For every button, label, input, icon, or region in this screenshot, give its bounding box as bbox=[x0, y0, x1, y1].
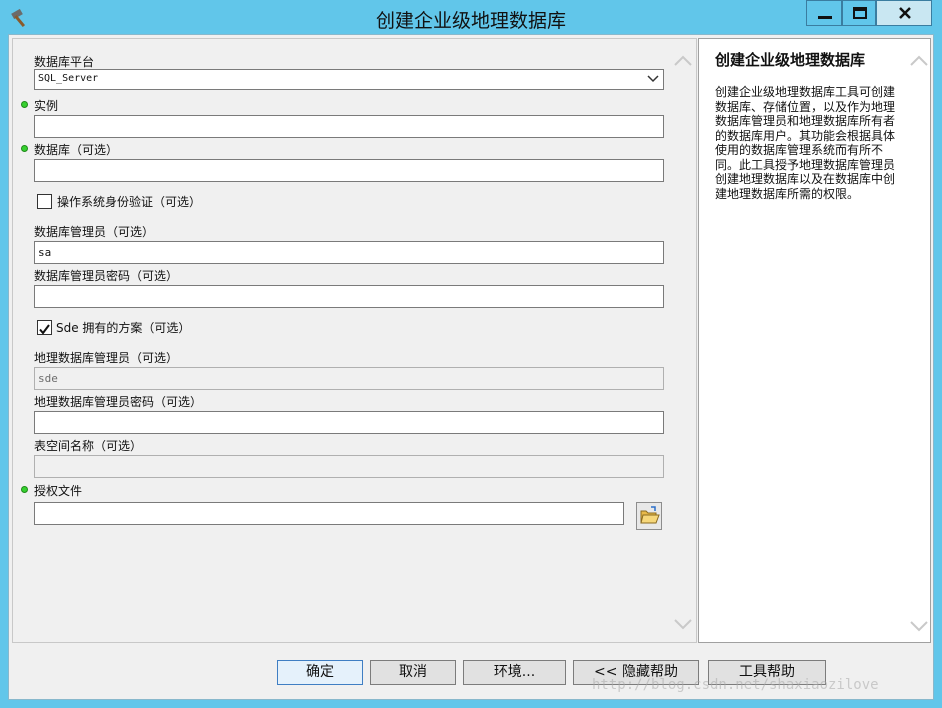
help-title: 创建企业级地理数据库 bbox=[715, 51, 866, 69]
parameters-pane: 数据库平台 SQL_Server 实例 数据库（可选） 操作系统身份验证（可选）… bbox=[12, 38, 697, 643]
tablespace-input bbox=[34, 455, 664, 478]
ok-button[interactable]: 确定 bbox=[277, 660, 363, 685]
help-scroll-up-icon[interactable] bbox=[909, 54, 929, 68]
folder-open-icon bbox=[640, 506, 660, 524]
license-input[interactable] bbox=[34, 502, 624, 525]
sde-schema-label: Sde 拥有的方案（可选） bbox=[56, 321, 191, 335]
gdb-admin-label: 地理数据库管理员（可选） bbox=[34, 351, 179, 365]
scroll-down-icon[interactable] bbox=[673, 617, 693, 631]
dialog-window: 创建企业级地理数据库 数据库平台 SQL_Server 实例 数据库（可选） 操… bbox=[0, 0, 942, 708]
help-scroll-down-icon[interactable] bbox=[909, 619, 929, 633]
required-indicator bbox=[21, 101, 28, 108]
license-label: 授权文件 bbox=[34, 484, 83, 498]
required-indicator bbox=[21, 145, 28, 152]
environments-button[interactable]: 环境... bbox=[463, 660, 566, 685]
platform-select[interactable]: SQL_Server bbox=[34, 69, 664, 90]
window-title: 创建企业级地理数据库 bbox=[375, 10, 566, 32]
instance-input[interactable] bbox=[34, 115, 664, 138]
close-button[interactable] bbox=[876, 0, 932, 26]
database-input[interactable] bbox=[34, 159, 664, 182]
os-auth-checkbox[interactable] bbox=[37, 194, 52, 209]
help-pane: 创建企业级地理数据库 创建企业级地理数据库工具可创建数据库、存储位置，以及作为地… bbox=[698, 38, 931, 643]
maximize-button[interactable] bbox=[842, 0, 876, 26]
dialog-body: 数据库平台 SQL_Server 实例 数据库（可选） 操作系统身份验证（可选）… bbox=[8, 34, 934, 700]
db-admin-password-input[interactable] bbox=[34, 285, 664, 308]
db-admin-password-label: 数据库管理员密码（可选） bbox=[34, 269, 179, 283]
minimize-button[interactable] bbox=[806, 0, 842, 26]
database-label: 数据库（可选） bbox=[34, 143, 119, 157]
os-auth-label: 操作系统身份验证（可选） bbox=[57, 195, 202, 209]
minimize-icon bbox=[818, 16, 832, 19]
help-text: 创建企业级地理数据库工具可创建数据库、存储位置，以及作为地理数据库管理员和地理数… bbox=[715, 85, 896, 201]
gdb-admin-password-input[interactable] bbox=[34, 411, 664, 434]
cancel-button[interactable]: 取消 bbox=[370, 660, 456, 685]
gdb-admin-password-label: 地理数据库管理员密码（可选） bbox=[34, 395, 203, 409]
title-bar[interactable]: 创建企业级地理数据库 bbox=[0, 0, 942, 34]
platform-label: 数据库平台 bbox=[34, 55, 95, 69]
chevron-down-icon bbox=[647, 75, 659, 83]
gdb-admin-input: sde bbox=[34, 367, 664, 390]
scroll-up-icon[interactable] bbox=[673, 54, 693, 68]
platform-value: SQL_Server bbox=[38, 73, 99, 84]
sde-schema-checkbox[interactable] bbox=[37, 320, 52, 335]
browse-button[interactable] bbox=[636, 502, 662, 530]
watermark: http://blog.csdn.net/shaxiaozilove bbox=[592, 677, 879, 693]
close-icon bbox=[899, 7, 911, 19]
checkmark-icon bbox=[39, 324, 50, 335]
tablespace-label: 表空间名称（可选） bbox=[34, 439, 143, 453]
db-admin-input[interactable]: sa bbox=[34, 241, 664, 264]
required-indicator bbox=[21, 486, 28, 493]
maximize-icon bbox=[853, 7, 867, 19]
db-admin-label: 数据库管理员（可选） bbox=[34, 225, 155, 239]
instance-label: 实例 bbox=[34, 99, 59, 113]
